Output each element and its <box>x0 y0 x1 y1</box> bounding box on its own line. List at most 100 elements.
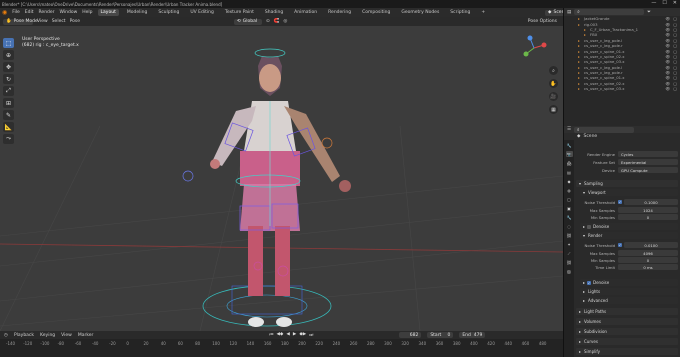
lights-subpanel-header[interactable]: ▸ Lights <box>580 288 678 295</box>
scale-tool[interactable]: ⤢ <box>3 86 14 96</box>
device-select[interactable]: GPU Compute <box>618 167 678 173</box>
bone-tab-icon[interactable]: ⟋ <box>566 250 573 256</box>
minimize-button[interactable]: — <box>651 0 656 6</box>
visibility-icon[interactable]: 👁 ▢ <box>665 86 678 91</box>
select-box-tool[interactable]: ⬚ <box>3 38 14 48</box>
outliner-display-icon[interactable]: ▤ <box>567 10 571 15</box>
properties-editor-icon[interactable]: ☰ <box>567 127 571 132</box>
tab-rendering[interactable]: Rendering <box>325 9 354 16</box>
menu-timeline-view[interactable]: View <box>61 333 72 338</box>
menu-pose[interactable]: Pose <box>70 19 80 24</box>
render-subpanel-header[interactable]: ▾ Render <box>580 232 678 239</box>
menu-marker[interactable]: Marker <box>78 333 94 338</box>
r-noise-field[interactable]: 0.0100 <box>624 242 678 248</box>
current-frame-field[interactable]: 682 <box>399 332 422 338</box>
tab-scripting[interactable]: Scripting <box>447 9 473 16</box>
render-denoise-subpanel-header[interactable]: ▸ ✓ Denoise <box>580 279 678 286</box>
end-frame-field[interactable]: End 479 <box>459 332 486 338</box>
filter-icon[interactable]: ⏷ <box>647 9 651 15</box>
render-tab-icon[interactable]: 📷 <box>565 151 573 157</box>
menu-help[interactable]: Help <box>82 10 92 15</box>
vp-min-field[interactable]: 0 <box>618 214 678 220</box>
outliner-row[interactable]: ▸ cs_user_c_spine_03.x 👁 ▢ <box>564 86 680 91</box>
object-tab-icon[interactable]: ▣ <box>566 205 573 211</box>
output-tab-icon[interactable]: 🖨 <box>566 160 573 166</box>
tab-geometry-nodes[interactable]: Geometry Nodes <box>398 9 442 16</box>
texture-tab-icon[interactable]: ▨ <box>566 268 573 274</box>
zoom-icon[interactable]: ⌕ <box>549 66 558 75</box>
tab-shading[interactable]: Shading <box>262 9 286 16</box>
tab-layout[interactable]: Layout <box>97 9 119 16</box>
pivot-icon[interactable]: ⊙ <box>266 19 270 24</box>
menu-keying[interactable]: Keying <box>40 333 55 338</box>
r-time-field[interactable]: 0 ms <box>618 264 678 270</box>
next-key-icon[interactable]: ◆▶ <box>299 332 306 338</box>
physics-tab-icon[interactable]: ◌ <box>566 223 573 229</box>
viewport-subpanel-header[interactable]: ▾ Viewport <box>580 189 678 196</box>
grid-icon[interactable]: ▦ <box>549 105 558 114</box>
curves-panel-header[interactable]: ▸ Curves <box>576 338 678 345</box>
3d-viewport[interactable]: User Perspective (682) rig : c_eye_targe… <box>0 26 563 331</box>
denoise-subpanel-header[interactable]: ▸ Denoise <box>580 223 678 230</box>
start-frame-field[interactable]: Start 0 <box>427 332 454 338</box>
rotate-tool[interactable]: ↻ <box>3 74 14 84</box>
modifier-tab-icon[interactable]: 🔧 <box>566 214 573 220</box>
vp-denoise-checkbox[interactable] <box>587 224 592 229</box>
properties-search[interactable]: ⌕ <box>574 126 635 133</box>
data-tab-icon[interactable]: ✦ <box>566 241 573 247</box>
outliner-search[interactable]: ⌕ <box>574 9 645 15</box>
menu-view[interactable]: View <box>37 19 48 24</box>
render-engine-select[interactable]: Cycles <box>618 151 678 157</box>
scene-tab-icon[interactable]: ◆ <box>566 178 573 184</box>
tab-sculpting[interactable]: Sculpting <box>155 9 182 16</box>
menu-select[interactable]: Select <box>52 19 66 24</box>
orientation-selector[interactable]: ⟲ Global <box>234 18 262 25</box>
vp-max-field[interactable]: 1024 <box>618 207 678 213</box>
menu-window[interactable]: Window <box>60 10 78 15</box>
feature-set-select[interactable]: Experimental <box>618 159 678 165</box>
world-tab-icon[interactable]: ◍ <box>566 187 573 193</box>
play-reverse-icon[interactable]: ◀ <box>286 332 289 338</box>
constraints-tab-icon[interactable]: ⛓ <box>566 232 573 238</box>
maximize-button[interactable]: ☐ <box>662 0 666 6</box>
light-paths-panel-header[interactable]: ▸ Light Paths <box>576 308 678 315</box>
transform-tool[interactable]: ⊞ <box>3 98 14 108</box>
close-button[interactable]: ✕ <box>673 0 677 6</box>
tab-animation[interactable]: Animation <box>291 9 320 16</box>
timeline[interactable]: -140 -120 -100 -80 -60 -40 -20 0 20 40 60 80 100 120 1… <box>0 339 563 357</box>
pose-options-button[interactable]: Pose Options <box>528 19 557 24</box>
navigation-gizmo[interactable] <box>520 34 548 62</box>
advanced-subpanel-header[interactable]: ▸ Advanced <box>580 297 678 304</box>
mode-selector[interactable]: ✋ Pose Mode <box>3 18 38 25</box>
add-workspace-button[interactable]: + <box>478 9 488 16</box>
sampling-panel-header[interactable]: ▾ Sampling <box>576 180 678 187</box>
menu-edit[interactable]: Edit <box>25 10 34 15</box>
proportional-icon[interactable]: ◎ <box>283 19 287 24</box>
view-layer-tab-icon[interactable]: ▤ <box>566 169 573 175</box>
measure-tool[interactable]: 📐 <box>3 122 14 132</box>
volumes-panel-header[interactable]: ▸ Volumes <box>576 318 678 325</box>
r-noise-checkbox[interactable]: ✓ <box>618 243 622 247</box>
collection-tab-icon[interactable]: ▢ <box>566 196 573 202</box>
prev-key-icon[interactable]: ◀◆ <box>276 332 283 338</box>
play-icon[interactable]: ▶ <box>293 332 296 338</box>
tab-modeling[interactable]: Modeling <box>124 9 150 16</box>
menu-file[interactable]: File <box>12 10 20 15</box>
r-min-field[interactable]: 0 <box>618 257 678 263</box>
tab-texture-paint[interactable]: Texture Paint <box>222 9 257 16</box>
pan-hand-icon[interactable]: ✋ <box>549 79 558 88</box>
subdivision-panel-header[interactable]: ▸ Subdivision <box>576 328 678 335</box>
tool-tab-icon[interactable]: 🔧 <box>566 142 573 148</box>
menu-playback[interactable]: Playback <box>14 333 34 338</box>
r-max-field[interactable]: 4096 <box>618 250 678 256</box>
jump-end-icon[interactable]: ⏭ <box>309 332 313 338</box>
annotate-tool[interactable]: ✎ <box>3 110 14 120</box>
tab-uv-editing[interactable]: UV Editing <box>187 9 216 16</box>
jump-start-icon[interactable]: ⏮ <box>269 332 273 338</box>
r-denoise-checkbox[interactable]: ✓ <box>587 280 592 285</box>
move-tool[interactable]: ✥ <box>3 62 14 72</box>
tab-compositing[interactable]: Compositing <box>359 9 393 16</box>
camera-icon[interactable]: 🎥 <box>549 92 558 101</box>
relax-pose-tool[interactable]: ⤳ <box>3 134 14 144</box>
vp-noise-field[interactable]: 0.1000 <box>624 199 678 205</box>
